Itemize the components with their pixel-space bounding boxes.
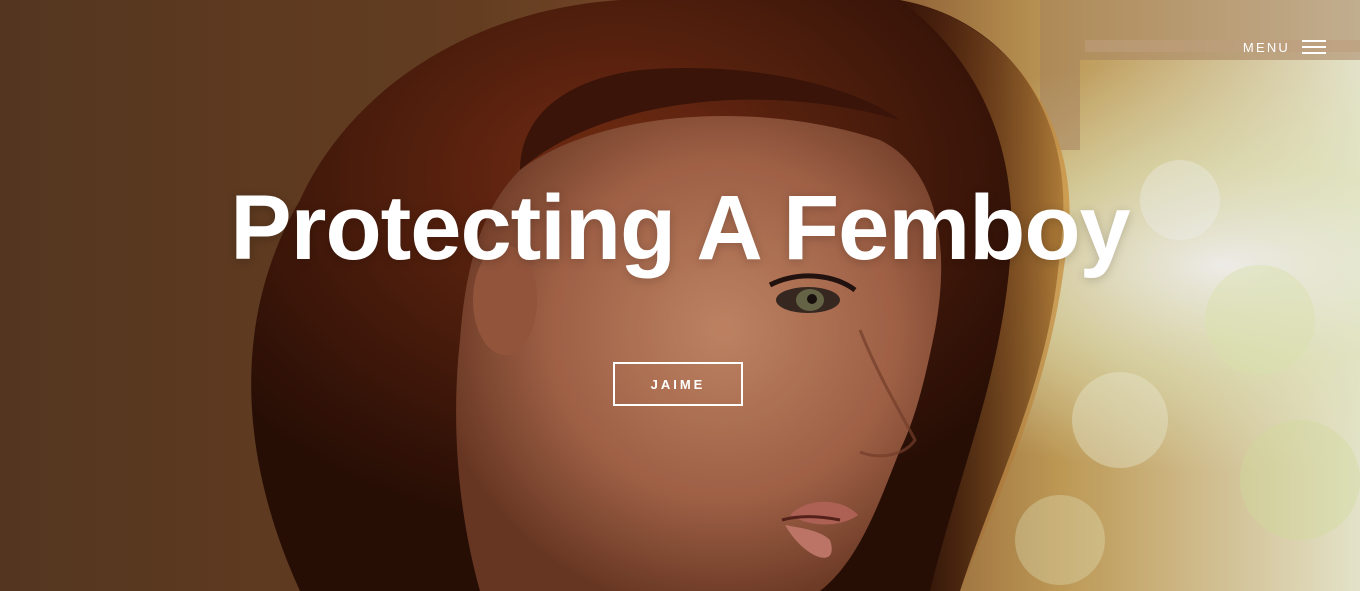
hero-title: Protecting A Femboy (230, 177, 1130, 279)
jaime-button[interactable]: JAIME (613, 362, 743, 406)
menu-button[interactable]: MENU (1243, 38, 1326, 56)
hero-section: MENU Protecting A Femboy JAIME (0, 0, 1360, 591)
hamburger-icon[interactable] (1302, 38, 1326, 56)
hero-overlay (0, 0, 1360, 591)
menu-label[interactable]: MENU (1243, 40, 1290, 55)
